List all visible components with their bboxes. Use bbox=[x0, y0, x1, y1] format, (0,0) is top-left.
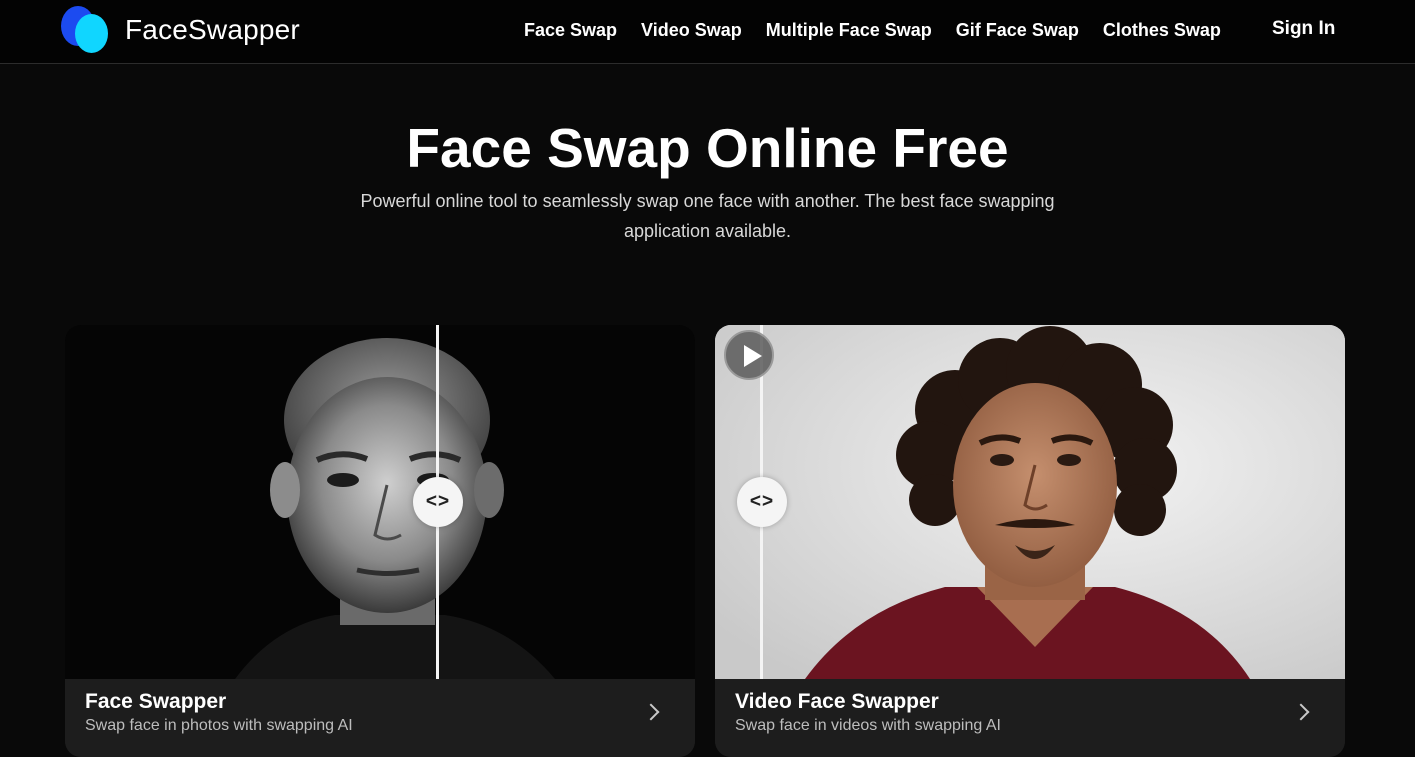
card-footer: Video Face Swapper Swap face in videos w… bbox=[715, 679, 1345, 757]
chevron-right-icon[interactable] bbox=[1292, 703, 1310, 721]
compare-slider-icon[interactable]: <> bbox=[413, 477, 463, 527]
video-face-swapper-preview-image: <> bbox=[715, 325, 1345, 679]
card-title: Face Swapper bbox=[85, 690, 227, 713]
nav-item-multiple-face-swap[interactable]: Multiple Face Swap bbox=[766, 20, 932, 41]
sign-in-link[interactable]: Sign In bbox=[1272, 18, 1335, 40]
portrait-curly-hair-image bbox=[715, 325, 1345, 679]
nav-item-face-swap[interactable]: Face Swap bbox=[524, 20, 617, 41]
video-face-swapper-card[interactable]: <> Video Face Swapper Swap face in video… bbox=[715, 325, 1345, 757]
faceswapper-logo-icon bbox=[61, 6, 109, 54]
page-title: Face Swap Online Free bbox=[406, 117, 1009, 179]
portrait-bw-image bbox=[65, 325, 695, 679]
card-footer: Face Swapper Swap face in photos with sw… bbox=[65, 679, 695, 757]
nav-item-video-swap[interactable]: Video Swap bbox=[641, 20, 742, 41]
face-swapper-preview-image: <> bbox=[65, 325, 695, 679]
top-navbar: FaceSwapper Face Swap Video Swap Multipl… bbox=[0, 0, 1415, 64]
brand-name: FaceSwapper bbox=[125, 14, 300, 45]
chevron-right-icon[interactable] bbox=[642, 703, 660, 721]
compare-slider-icon[interactable]: <> bbox=[737, 477, 787, 527]
face-swapper-card[interactable]: <> Face Swapper Swap face in photos with… bbox=[65, 325, 695, 757]
card-title: Video Face Swapper bbox=[735, 690, 939, 713]
card-description: Swap face in photos with swapping AI bbox=[85, 717, 353, 734]
nav-item-clothes-swap[interactable]: Clothes Swap bbox=[1103, 20, 1221, 41]
card-description: Swap face in videos with swapping AI bbox=[735, 717, 1001, 734]
nav-item-gif-face-swap[interactable]: Gif Face Swap bbox=[956, 20, 1079, 41]
main-nav: Face Swap Video Swap Multiple Face Swap … bbox=[512, 0, 1233, 60]
play-icon[interactable] bbox=[724, 330, 774, 380]
brand-logo-link[interactable]: FaceSwapper bbox=[61, 5, 300, 55]
page-subtitle: Powerful online tool to seamlessly swap … bbox=[360, 191, 1055, 241]
